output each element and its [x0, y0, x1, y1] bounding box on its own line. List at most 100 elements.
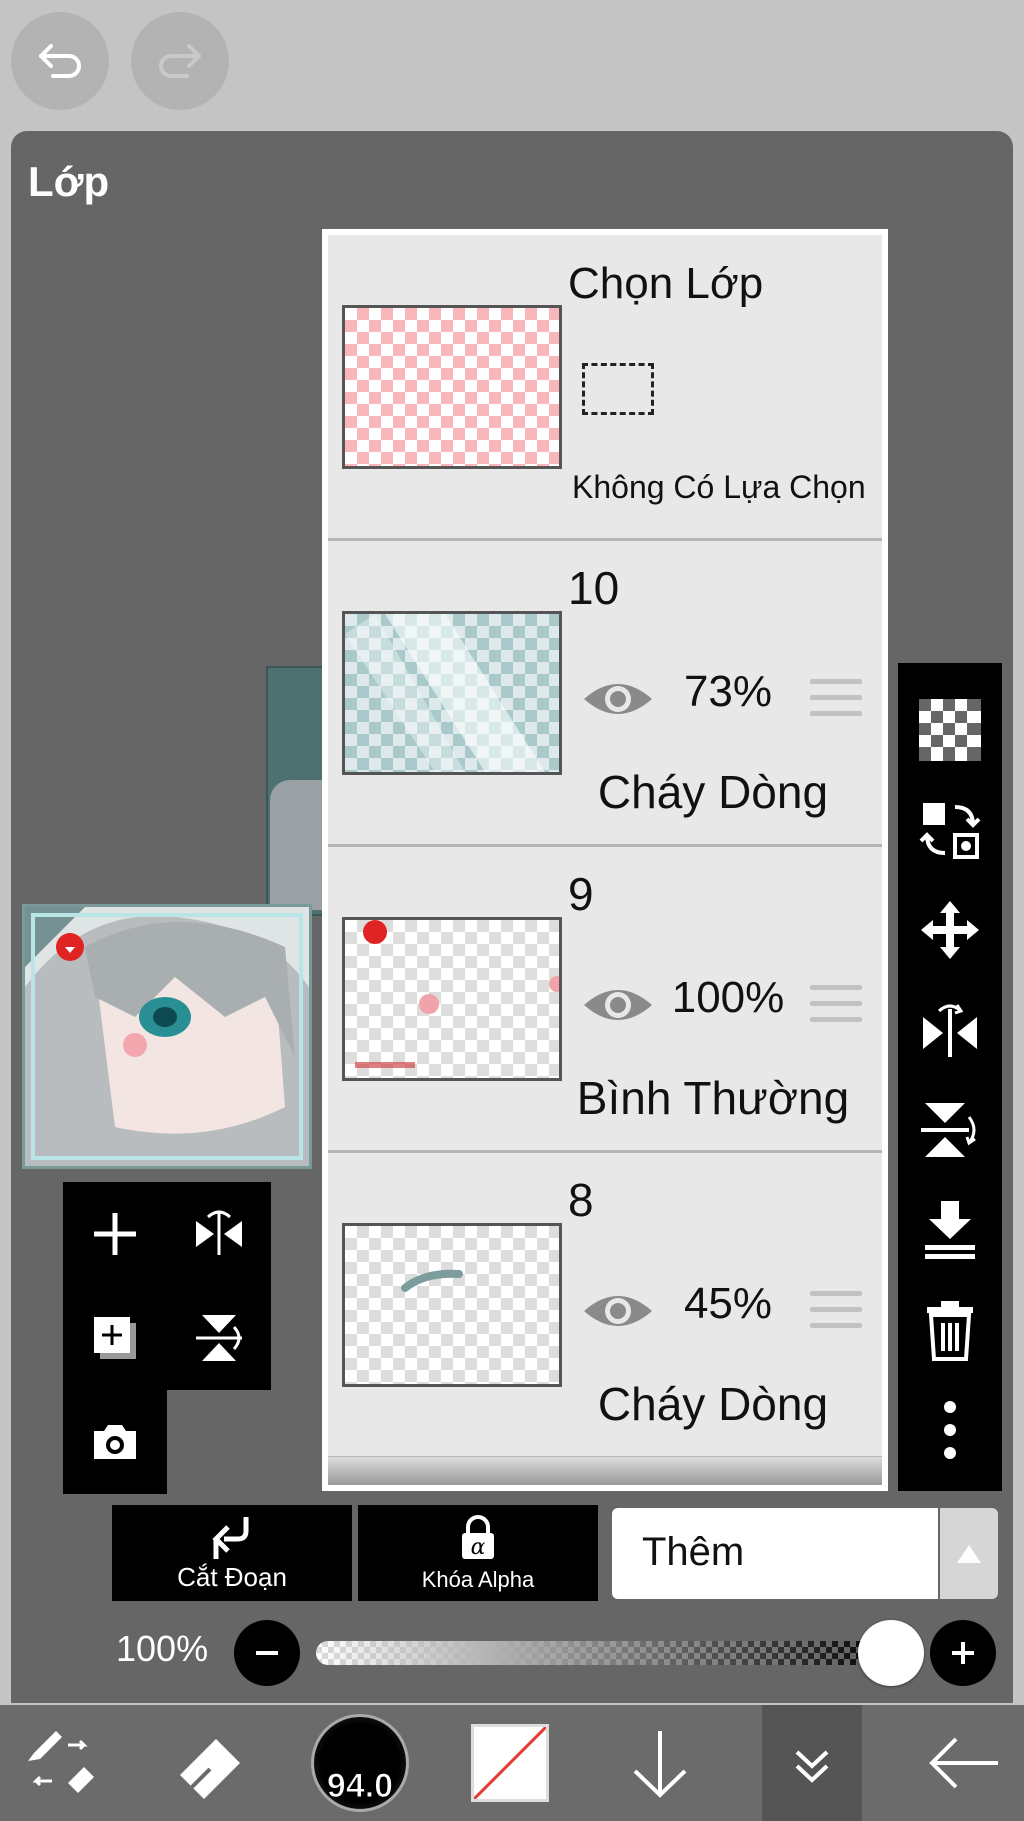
- opacity-decrease-button[interactable]: [234, 1620, 300, 1686]
- duplicate-layer-icon: [94, 1317, 136, 1359]
- layer-tools-bar: [898, 663, 1002, 1491]
- move-icon: [921, 901, 979, 959]
- selection-status: Không Có Lựa Chọn: [572, 469, 866, 505]
- minus-icon: [256, 1651, 278, 1655]
- panel-title: Lớp: [28, 158, 110, 205]
- selection-marquee-icon: [582, 363, 654, 415]
- list-scroll-edge: [328, 1457, 882, 1485]
- layer-row[interactable]: 8 45% Cháy Dòng: [328, 1153, 882, 1459]
- blend-mode-select[interactable]: Thêm: [612, 1508, 938, 1599]
- flip-vertical-button[interactable]: [167, 1286, 271, 1390]
- blend-mode-dropdown-button[interactable]: [940, 1508, 998, 1599]
- flip-horizontal-icon: [923, 1004, 977, 1057]
- brush-eraser-switch-icon: [28, 1731, 94, 1793]
- selection-layer-row[interactable]: Chọn Lớp Không Có Lựa Chọn: [328, 235, 882, 541]
- transparency-button[interactable]: [898, 685, 1002, 775]
- eraser-button[interactable]: [160, 1705, 260, 1821]
- no-color-slash-icon: [474, 1727, 546, 1799]
- color-button[interactable]: [460, 1705, 560, 1821]
- alpha-lock-label: Khóa Alpha: [421, 1567, 535, 1592]
- brush-size-button[interactable]: 94.0: [310, 1705, 410, 1821]
- drag-handle-icon[interactable]: [810, 985, 862, 1025]
- arrow-down-icon: [633, 1731, 687, 1798]
- opacity-increase-button[interactable]: [930, 1620, 996, 1686]
- back-button[interactable]: [914, 1705, 1014, 1821]
- redo-button[interactable]: [131, 12, 229, 110]
- preview-frame: [31, 913, 303, 1160]
- move-button[interactable]: [898, 885, 1002, 975]
- eraser-icon: [180, 1739, 240, 1799]
- clipping-arrow-icon: [212, 1517, 249, 1559]
- layer-9-preview: [355, 920, 565, 1068]
- undo-icon: [39, 44, 81, 78]
- trash-icon: [927, 1301, 973, 1361]
- canvas-preview[interactable]: [22, 904, 312, 1169]
- drag-handle-icon[interactable]: [810, 1291, 862, 1331]
- layer-opacity[interactable]: 45%: [668, 1279, 788, 1329]
- clipping-button[interactable]: Cắt Đoạn: [112, 1505, 352, 1601]
- blend-mode-value: Thêm: [642, 1530, 745, 1574]
- camera-button[interactable]: [63, 1390, 167, 1494]
- flip-horizontal-icon: [196, 1210, 242, 1255]
- layer-thumbnail: [342, 611, 562, 775]
- drag-handle-icon[interactable]: [810, 679, 862, 719]
- visibility-eye-icon[interactable]: [582, 1289, 654, 1333]
- more-options-button[interactable]: [898, 1385, 1002, 1475]
- layer-number: 9: [568, 868, 594, 920]
- flip-vertical-icon: [921, 1103, 976, 1157]
- layer-row[interactable]: 9 100% Bình Thường: [328, 847, 882, 1153]
- svg-text:α: α: [471, 1535, 486, 1560]
- color-swatch: [471, 1724, 549, 1802]
- layer-thumbnail: [342, 1223, 562, 1387]
- layer-opacity[interactable]: 73%: [668, 667, 788, 717]
- layer-opacity[interactable]: 100%: [668, 973, 788, 1023]
- alpha-lock-button[interactable]: α Khóa Alpha: [358, 1505, 598, 1601]
- clipping-label: Cắt Đoạn: [177, 1562, 287, 1592]
- brush-size-indicator: 94.0: [311, 1714, 409, 1812]
- duplicate-layer-button[interactable]: [63, 1286, 167, 1390]
- flip-horizontal-right-button[interactable]: [898, 985, 1002, 1075]
- layer-8-preview: [401, 1269, 463, 1292]
- flip-vertical-icon: [196, 1315, 242, 1361]
- canvas-artwork-hair: [270, 780, 330, 910]
- selection-layer-title: Chọn Lớp: [568, 259, 764, 308]
- layer-number: 8: [568, 1174, 594, 1226]
- layer-10-preview: [345, 614, 545, 772]
- swap-layer-button[interactable]: [898, 785, 1002, 875]
- camera-icon: [94, 1425, 136, 1459]
- more-vertical-icon: [944, 1401, 956, 1459]
- merge-down-button[interactable]: [898, 1185, 1002, 1275]
- redo-icon: [159, 44, 201, 78]
- swap-layer-icon: [919, 803, 981, 859]
- plus-icon: [94, 1213, 136, 1255]
- add-layer-button[interactable]: [63, 1182, 167, 1286]
- opacity-slider-knob[interactable]: [858, 1620, 924, 1686]
- flip-vertical-right-button[interactable]: [898, 1085, 1002, 1175]
- layer-thumbnail: [342, 917, 565, 1081]
- chevron-double-down-icon: [795, 1750, 829, 1783]
- opacity-slider[interactable]: [316, 1641, 896, 1665]
- delete-layer-button[interactable]: [898, 1285, 1002, 1375]
- triangle-up-icon: [957, 1544, 981, 1563]
- layer-blend-mode[interactable]: Cháy Dòng: [548, 765, 878, 819]
- visibility-eye-icon[interactable]: [582, 677, 654, 721]
- flip-horizontal-button[interactable]: [167, 1182, 271, 1286]
- checkerboard-icon: [919, 699, 981, 761]
- layer-opacity-value: 100%: [116, 1628, 209, 1669]
- layer-blend-mode[interactable]: Bình Thường: [548, 1071, 878, 1125]
- visibility-eye-icon[interactable]: [582, 983, 654, 1027]
- arrow-left-icon: [929, 1737, 998, 1789]
- undo-button[interactable]: [11, 12, 109, 110]
- layer-blend-mode[interactable]: Cháy Dòng: [548, 1377, 878, 1431]
- layers-button[interactable]: [762, 1705, 862, 1821]
- selection-layer-thumbnail: [342, 305, 562, 469]
- lock-icon: α: [462, 1515, 494, 1560]
- plus-icon: [952, 1642, 974, 1664]
- merge-down-icon: [925, 1201, 975, 1259]
- layer-down-button[interactable]: [610, 1705, 710, 1821]
- brush-size-value: 94.0: [326, 1767, 394, 1806]
- layer-list: Chọn Lớp Không Có Lựa Chọn 10 73% Cháy D…: [322, 229, 888, 1491]
- tool-switch-button[interactable]: [10, 1705, 110, 1821]
- layer-number: 10: [568, 562, 620, 614]
- layer-row[interactable]: 10 73% Cháy Dòng: [328, 541, 882, 847]
